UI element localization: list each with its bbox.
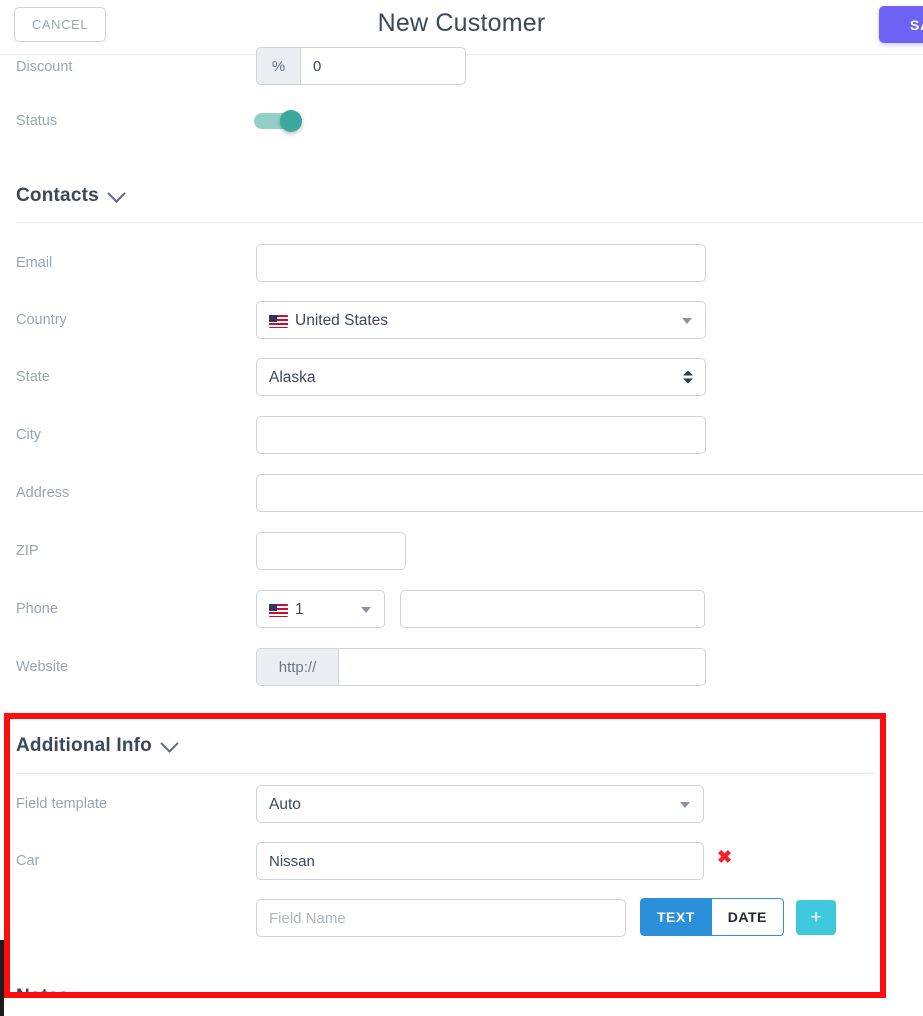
page-left-edge [0, 940, 4, 1016]
city-input[interactable] [256, 416, 706, 454]
website-row: Website http:// [0, 645, 923, 689]
website-input[interactable] [338, 648, 706, 686]
additional-info-section-divider [16, 773, 876, 774]
country-selected-value-wrap: United States [257, 302, 705, 340]
additional-info-section-title-group[interactable]: Additional Info [16, 733, 179, 757]
website-field-group: http:// [256, 648, 706, 686]
address-row: Address [0, 471, 923, 515]
chevron-down-icon[interactable] [107, 183, 126, 203]
field-type-date-button[interactable]: DATE [710, 898, 784, 936]
state-select[interactable]: Alaska [256, 358, 706, 396]
city-label: City [16, 427, 41, 443]
discount-label: Discount [16, 59, 73, 75]
custom-field-input[interactable] [256, 842, 704, 880]
field-template-row: Field template Auto [0, 782, 923, 826]
status-toggle[interactable] [254, 110, 306, 132]
us-flag-icon [269, 603, 288, 617]
status-row: Status [0, 99, 923, 143]
contacts-section-title-group[interactable]: Contacts [16, 183, 126, 207]
discount-input[interactable] [300, 47, 466, 85]
chevron-down-icon[interactable] [160, 733, 179, 753]
state-row: State Alaska [0, 355, 923, 399]
phone-code-value-wrap: 1 [257, 591, 384, 629]
state-selected-value: Alaska [269, 369, 316, 386]
new-customer-form-screen: CANCEL New Customer SAVE Discount % Stat… [0, 0, 923, 1016]
delete-x-icon[interactable]: ✖ [717, 848, 732, 866]
city-row: City [0, 413, 923, 457]
address-input[interactable] [256, 474, 923, 512]
country-row: Country United States [0, 298, 923, 342]
field-type-text-button[interactable]: TEXT [640, 898, 711, 936]
field-type-segmented-control: TEXT DATE [640, 898, 784, 936]
http-protocol-addon: http:// [256, 648, 338, 686]
new-field-name-input[interactable] [256, 899, 626, 937]
zip-row: ZIP [0, 529, 923, 573]
email-input[interactable] [256, 244, 706, 282]
phone-country-code: 1 [295, 601, 304, 618]
phone-label: Phone [16, 601, 58, 617]
custom-field-row: Car [0, 839, 923, 883]
field-template-selected-value: Auto [269, 796, 301, 813]
save-button[interactable]: SAVE [879, 6, 923, 43]
percent-addon: % [256, 47, 300, 85]
add-field-button[interactable]: + [796, 900, 836, 935]
zip-label: ZIP [16, 543, 39, 559]
us-flag-icon [269, 314, 288, 328]
additional-info-section-title: Additional Info [16, 735, 152, 756]
country-select[interactable]: United States [256, 301, 706, 339]
email-row: Email [0, 241, 923, 285]
contacts-section-divider [16, 222, 923, 223]
country-label: Country [16, 312, 67, 328]
contacts-section-title: Contacts [16, 185, 99, 206]
notes-section-title: Notes [16, 986, 69, 996]
status-label: Status [16, 113, 58, 129]
phone-country-code-select[interactable]: 1 [256, 590, 385, 628]
page-title: New Customer [377, 9, 546, 37]
state-label: State [16, 369, 50, 385]
custom-field-label: Car [16, 853, 40, 869]
phone-input[interactable] [400, 590, 705, 628]
phone-row: Phone 1 [0, 587, 923, 631]
website-label: Website [16, 659, 69, 675]
address-label: Address [16, 485, 70, 501]
status-toggle-knob [280, 110, 302, 132]
email-label: Email [16, 255, 53, 271]
field-template-select[interactable]: Auto [256, 785, 704, 823]
zip-input[interactable] [256, 532, 406, 570]
discount-field-group: % [256, 47, 466, 85]
country-selected-value: United States [295, 312, 389, 329]
field-template-label: Field template [16, 796, 108, 812]
